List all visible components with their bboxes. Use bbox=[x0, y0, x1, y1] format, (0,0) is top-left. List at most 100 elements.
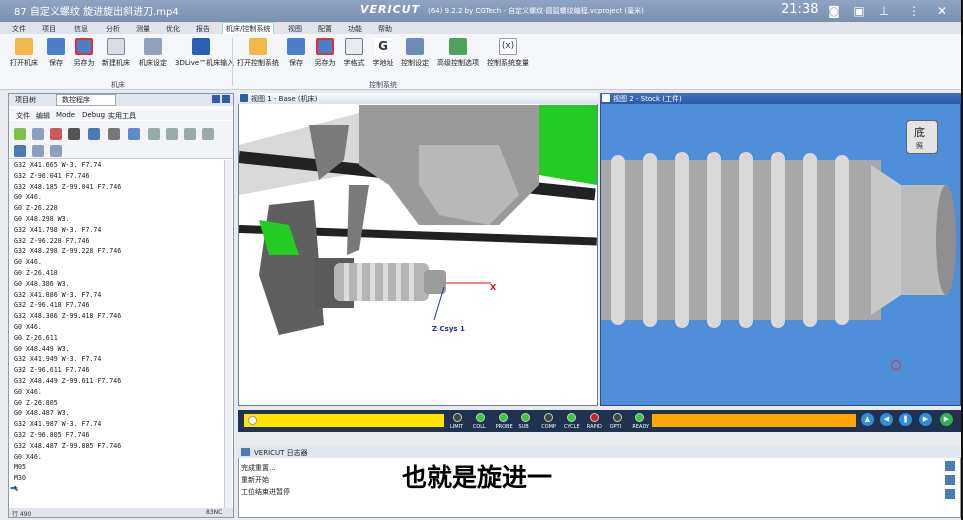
save-icon bbox=[287, 38, 305, 55]
pin-icon[interactable]: ⊥ bbox=[876, 3, 892, 19]
log-check-icon[interactable] bbox=[945, 475, 955, 485]
close-icon[interactable]: ✕ bbox=[934, 3, 950, 19]
code-line[interactable]: M05 bbox=[14, 463, 26, 471]
comment-remove-icon[interactable] bbox=[184, 128, 196, 140]
menu-optimize[interactable]: 优化 bbox=[166, 24, 180, 34]
code-line[interactable]: G32 Z-96.418 F7.746 bbox=[14, 301, 89, 309]
menu-machine-control[interactable]: 机床/控制系统 bbox=[226, 24, 270, 34]
status-led bbox=[475, 413, 485, 422]
document-icon[interactable] bbox=[32, 128, 44, 140]
log-clear-icon[interactable] bbox=[945, 489, 955, 499]
advanced-control-button[interactable]: 高级控制选项 bbox=[437, 36, 479, 72]
rewind-icon[interactable]: ◀ bbox=[880, 413, 893, 426]
checkbox-icon[interactable] bbox=[240, 94, 248, 102]
reset-icon[interactable]: ▲ bbox=[861, 413, 874, 426]
code-line[interactable]: G0 Z-26.611 bbox=[14, 334, 58, 342]
code-line[interactable]: G32 X41.987 W-3. F7.74 bbox=[14, 420, 101, 428]
menu-view[interactable]: 视图 bbox=[288, 24, 302, 34]
control-settings-button[interactable]: 控制设定 bbox=[395, 36, 435, 72]
code-menu-mode[interactable]: Mode bbox=[56, 111, 75, 119]
layout-icon[interactable] bbox=[128, 128, 140, 140]
code-line[interactable]: G32 X41.886 W-3. F7.74 bbox=[14, 291, 101, 299]
code-line[interactable]: G32 X48.298 Z-99.228 F7.746 bbox=[14, 247, 121, 255]
code-line[interactable]: G0 Z-26.228 bbox=[14, 204, 58, 212]
folder-icon bbox=[15, 38, 33, 55]
play-icon[interactable]: ▶ bbox=[940, 413, 953, 426]
comment-icon[interactable] bbox=[148, 128, 160, 140]
log-title: VERICUT 日志器 bbox=[254, 449, 308, 457]
code-menu-file[interactable]: 文件 bbox=[16, 111, 30, 121]
menu-icon[interactable]: ⋮ bbox=[906, 3, 922, 19]
binoculars-icon[interactable] bbox=[68, 128, 80, 140]
code-line[interactable]: G32 Z-96.228 F7.746 bbox=[14, 237, 89, 245]
code-line[interactable]: G0 X46. bbox=[14, 258, 42, 266]
progress-slider[interactable] bbox=[244, 414, 444, 427]
speed-bar[interactable] bbox=[652, 414, 856, 427]
tab-nc-program[interactable]: 数控程序 bbox=[58, 95, 94, 105]
copy-icon[interactable] bbox=[50, 145, 62, 157]
code-line[interactable]: G32 X48.386 Z-99.418 F7.746 bbox=[14, 312, 121, 320]
code-line[interactable]: G0 X48.386 W3. bbox=[14, 280, 70, 288]
menu-analysis[interactable]: 分析 bbox=[106, 24, 120, 34]
code-line[interactable]: G0 X46. bbox=[14, 388, 42, 396]
code-line[interactable]: G32 Z-96.805 F7.746 bbox=[14, 431, 89, 439]
camera-icon[interactable]: ◙ bbox=[826, 3, 842, 19]
code-line[interactable]: G32 X48.185 Z-99.041 F7.746 bbox=[14, 183, 121, 191]
progress-slider-thumb[interactable] bbox=[248, 416, 257, 425]
viewport-machine[interactable] bbox=[238, 93, 598, 406]
menu-function[interactable]: 功能 bbox=[348, 24, 362, 34]
code-line[interactable]: G32 Z-96.041 F7.746 bbox=[14, 172, 89, 180]
code-line[interactable]: G32 X41.665 W-3. F7.74 bbox=[14, 161, 101, 169]
pages-icon[interactable] bbox=[32, 145, 44, 157]
code-line[interactable]: G32 X48.449 Z-99.611 F7.746 bbox=[14, 377, 121, 385]
code-menu-utilities[interactable]: 实用工具 bbox=[108, 111, 136, 121]
panel-minimize-icon[interactable] bbox=[212, 95, 220, 103]
menu-help[interactable]: 帮助 bbox=[378, 24, 392, 34]
code-line[interactable]: G0 X48.298 W3. bbox=[14, 215, 70, 223]
menu-info[interactable]: 信息 bbox=[74, 24, 88, 34]
status-led bbox=[498, 413, 508, 422]
code-menu-debug[interactable]: Debug bbox=[82, 111, 105, 119]
status-led-label: RAPID bbox=[586, 424, 602, 430]
undo-icon[interactable] bbox=[88, 128, 100, 140]
code-line[interactable]: G32 X41.798 W-3. F7.74 bbox=[14, 226, 101, 234]
edit-icon[interactable] bbox=[50, 128, 62, 140]
code-line[interactable]: G0 X48.449 W3. bbox=[14, 345, 70, 353]
comment-clear-icon[interactable] bbox=[202, 128, 214, 140]
code-line[interactable]: G0 Z-26.805 bbox=[14, 399, 58, 407]
log-line: 重新开始 bbox=[241, 476, 269, 484]
comment-add-icon[interactable] bbox=[166, 128, 178, 140]
control-variables-button[interactable]: (x) 控制系统变量 bbox=[487, 36, 529, 72]
code-line[interactable]: G32 X41.949 W-3. F7.74 bbox=[14, 355, 101, 363]
log-filter-icon[interactable] bbox=[945, 461, 955, 471]
pause-icon[interactable]: ❚ bbox=[899, 413, 912, 426]
menu-file[interactable]: 文件 bbox=[12, 24, 26, 34]
code-menu-edit[interactable]: 编辑 bbox=[36, 111, 50, 121]
code-line[interactable]: G0 X46. bbox=[14, 193, 42, 201]
tab-project-tree[interactable]: 项目树 bbox=[11, 95, 40, 105]
code-line[interactable]: G0 X48.487 W3. bbox=[14, 409, 70, 417]
g-code-icon: G bbox=[374, 38, 392, 55]
menu-config[interactable]: 配置 bbox=[318, 24, 332, 34]
menu-report[interactable]: 报告 bbox=[196, 24, 210, 34]
code-line[interactable]: G32 X48.487 Z-99.805 F7.746 bbox=[14, 442, 121, 450]
panel-close-icon[interactable] bbox=[222, 95, 230, 103]
code-scrollbar[interactable] bbox=[224, 160, 232, 508]
menu-measure[interactable]: 测量 bbox=[136, 24, 150, 34]
code-line[interactable]: G0 X46. bbox=[14, 323, 42, 331]
code-line[interactable]: G32 Z-96.611 F7.746 bbox=[14, 366, 89, 374]
code-line[interactable]: G0 Z-26.418 bbox=[14, 269, 58, 277]
code-line[interactable]: M30 bbox=[14, 474, 26, 482]
machine-settings-button[interactable]: 机床设定 bbox=[133, 36, 173, 72]
step-icon[interactable] bbox=[14, 145, 26, 157]
checkbox-icon[interactable] bbox=[602, 94, 610, 102]
check-icon[interactable] bbox=[14, 128, 26, 140]
3dlive-input-button[interactable]: 3DLive™机床输入 bbox=[175, 36, 234, 72]
step-forward-icon[interactable]: ▶ bbox=[919, 413, 932, 426]
group-label-machine: 机床 bbox=[111, 81, 125, 89]
print-icon[interactable] bbox=[108, 128, 120, 140]
code-line[interactable]: G0 X46. bbox=[14, 453, 42, 461]
menu-project[interactable]: 项目 bbox=[42, 24, 56, 34]
screen-icon[interactable]: ▣ bbox=[851, 3, 867, 19]
code-line[interactable]: % bbox=[14, 485, 18, 493]
